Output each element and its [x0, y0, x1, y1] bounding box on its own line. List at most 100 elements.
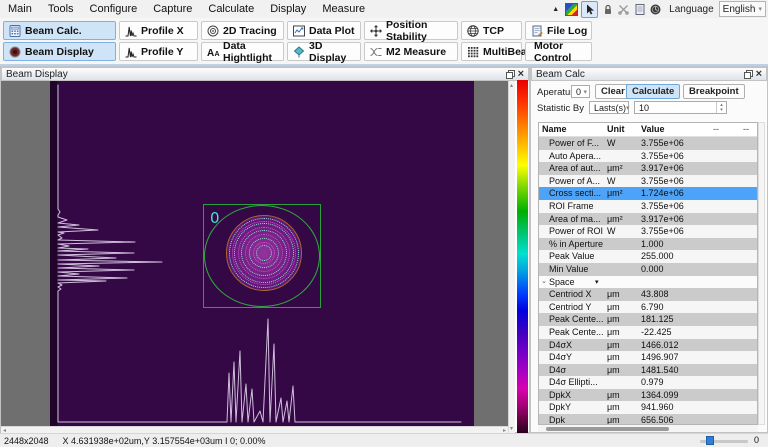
- beam-vertical-scrollbar[interactable]: ▴ ▾: [508, 81, 515, 434]
- header-unit[interactable]: Unit: [607, 123, 641, 136]
- scroll-down-icon[interactable]: ▾: [510, 426, 513, 432]
- breakpoint-button[interactable]: Breakpoint: [683, 84, 745, 99]
- beam-index-label: 0: [210, 209, 220, 227]
- calculate-button[interactable]: Calculate: [626, 84, 681, 99]
- table-row-d4-x[interactable]: D4σX μm 1466.012: [539, 338, 757, 352]
- table-row-d4-ellipti[interactable]: D4σ Ellipti... 0.979: [539, 376, 757, 389]
- header-value[interactable]: Value: [641, 123, 713, 136]
- menu-item-calculate[interactable]: Calculate: [200, 0, 262, 18]
- toolbar-button-profile-y[interactable]: Profile Y: [119, 42, 198, 61]
- table-row-peak-cente[interactable]: Peak Cente... μm -22.425: [539, 325, 757, 339]
- globe-icon[interactable]: [649, 3, 662, 16]
- lock-icon[interactable]: [601, 3, 614, 16]
- language-select[interactable]: English ▾: [718, 1, 766, 17]
- table-row-d4[interactable]: D4σ μm 1481.540: [539, 363, 757, 377]
- toolbar-button-data-plot[interactable]: Data Plot: [287, 21, 361, 40]
- table-row-dpkx[interactable]: DpkX μm 1364.099: [539, 388, 757, 402]
- table-row-min-value[interactable]: Min Value 0.000: [539, 262, 757, 276]
- table-header-row[interactable]: Name Unit Value -- --: [539, 123, 757, 137]
- table-horizontal-scrollbar[interactable]: [538, 425, 758, 432]
- menubar-right-icons: ▲ Language English ▾: [549, 0, 766, 18]
- cell-unit: W: [607, 138, 616, 148]
- row-lead-cell: [539, 288, 549, 301]
- beam-icon: [8, 46, 22, 58]
- header-stat1[interactable]: --: [713, 123, 743, 136]
- menu-item-tools[interactable]: Tools: [40, 0, 82, 18]
- globe-grid-icon: [466, 24, 480, 37]
- table-row-dpk[interactable]: Dpk μm 656.506: [539, 414, 757, 424]
- toolbar-button-motor-control[interactable]: Motor Control: [525, 40, 592, 64]
- table-row-roi-frame[interactable]: ROI Frame 3.755e+06: [539, 199, 757, 213]
- cell-name: Power of ROI: [549, 226, 604, 237]
- statistic-value-input[interactable]: 10 ▴ ▾: [634, 101, 727, 114]
- float-window-icon[interactable]: [743, 69, 753, 79]
- menu-item-display[interactable]: Display: [262, 0, 314, 18]
- collapse-arrow-icon[interactable]: ▲: [549, 3, 562, 16]
- language-value: English: [722, 3, 756, 15]
- toolbar-button-beam-calc[interactable]: Beam Calc.: [3, 21, 116, 40]
- pin-icon[interactable]: [581, 0, 599, 18]
- beam-image[interactable]: 0: [50, 81, 474, 426]
- cell-name: Area of aut...: [549, 163, 601, 174]
- filelog-icon: [530, 25, 544, 37]
- close-icon[interactable]: ×: [756, 69, 762, 80]
- colormap-icon[interactable]: [565, 2, 579, 16]
- spinner-arrows-icon[interactable]: ▴ ▾: [716, 102, 726, 113]
- collapse-chevron-icon[interactable]: ⌄: [539, 276, 549, 289]
- table-row-power-of-roi[interactable]: Power of ROI W 3.755e+06: [539, 225, 757, 238]
- header-stat2[interactable]: --: [743, 123, 757, 136]
- table-row-area-of-aut[interactable]: Area of aut... μm² 3.917e+06: [539, 162, 757, 175]
- table-row-in-aperture[interactable]: % in Aperture 1.000: [539, 237, 757, 251]
- scrollbar-thumb[interactable]: [546, 426, 669, 431]
- scissors-icon[interactable]: [617, 3, 630, 16]
- toolbar-button-label: File Log: [547, 24, 588, 37]
- document-icon[interactable]: [633, 3, 646, 16]
- menu-item-measure[interactable]: Measure: [314, 0, 373, 18]
- table-row-cross-secti[interactable]: Cross secti... μm² 1.724e+06: [539, 187, 757, 200]
- table-row-d4-y[interactable]: D4σY μm 1496.907: [539, 351, 757, 364]
- toolbar-button-beam-display[interactable]: Beam Display: [3, 42, 116, 61]
- toolbar-button-multibeam[interactable]: MultiBeam: [461, 42, 536, 61]
- aperture-select[interactable]: 0 ▾: [571, 85, 590, 98]
- table-row-dpky[interactable]: DpkY μm 941.960: [539, 401, 757, 415]
- table-vertical-scrollbar[interactable]: [758, 122, 765, 425]
- scroll-up-icon[interactable]: ▴: [510, 83, 513, 89]
- frame-slider-handle[interactable]: [706, 436, 714, 445]
- table-row-peak-value[interactable]: Peak Value 255.000: [539, 250, 757, 263]
- toolbar-button-2d-tracing[interactable]: 2D Tracing: [201, 21, 284, 40]
- float-window-icon[interactable]: [505, 69, 515, 79]
- dataplot-icon: [292, 25, 306, 37]
- table-row-area-of-ma[interactable]: Area of ma... μm² 3.917e+06: [539, 212, 757, 226]
- toolbar-button-m2-measure[interactable]: M2 Measure: [364, 42, 458, 61]
- calc-table-body: Power of F... W 3.755e+06 Auto Apera... 3.75…: [539, 137, 757, 424]
- toolbar-button-position-stability[interactable]: Position Stability: [364, 19, 458, 43]
- toolbar-button-3d-display[interactable]: 3D Display: [287, 40, 361, 64]
- menu-item-main[interactable]: Main: [0, 0, 40, 18]
- menu-item-configure[interactable]: Configure: [82, 0, 146, 18]
- statistic-mode-select[interactable]: Lasts(s) ▾: [589, 101, 630, 114]
- cell-stat2: [743, 238, 757, 251]
- cell-stat2: [743, 175, 757, 188]
- toolbar-button-profile-x[interactable]: Profile X: [119, 21, 198, 40]
- cell-stat2: [743, 250, 757, 263]
- cell-stat2: [743, 288, 757, 301]
- cell-stat2: [743, 301, 757, 314]
- table-row-centriod-x[interactable]: Centriod X μm 43.808: [539, 288, 757, 301]
- crosshair-icon: [369, 24, 383, 37]
- beam-display-canvas[interactable]: 0: [1, 81, 508, 426]
- table-group-row-space[interactable]: ⌄ Space ▾: [539, 275, 757, 289]
- table-row-auto-apera[interactable]: Auto Apera... 3.755e+06: [539, 149, 757, 163]
- close-icon[interactable]: ×: [518, 69, 524, 80]
- row-lead-cell: [539, 301, 549, 314]
- cell-unit: [607, 150, 641, 163]
- header-name[interactable]: Name: [539, 123, 607, 136]
- menu-item-capture[interactable]: Capture: [145, 0, 200, 18]
- table-row-power-of-a[interactable]: Power of A... W 3.755e+06: [539, 174, 757, 188]
- table-row-power-of-f[interactable]: Power of F... W 3.755e+06: [539, 137, 757, 150]
- table-row-peak-cente[interactable]: Peak Cente... μm 181.125: [539, 313, 757, 326]
- toolbar-button-tcp[interactable]: TCP: [461, 21, 522, 40]
- table-row-centriod-y[interactable]: Centriod Y μm 6.790: [539, 300, 757, 314]
- toolbar-button-file-log[interactable]: File Log: [525, 21, 592, 40]
- cell-stat1: [713, 351, 743, 364]
- toolbar-button-data-hightlight[interactable]: A A Data Hightlight: [201, 40, 284, 64]
